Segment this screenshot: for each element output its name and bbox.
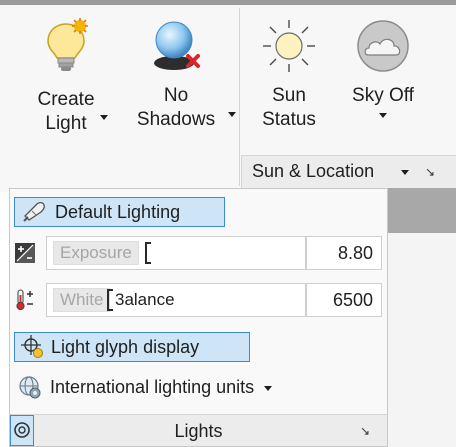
- sky-off-button[interactable]: Sky Off: [338, 18, 428, 108]
- sun-status-label-1: Sun: [272, 85, 306, 106]
- international-lighting-units-dropdown-icon[interactable]: [264, 385, 273, 391]
- create-light-label-1: Create: [37, 89, 95, 110]
- no-shadows-label-1: No: [163, 85, 189, 106]
- default-lighting-icon: [23, 201, 45, 222]
- white-balance-slider[interactable]: White 3alance: [46, 283, 306, 317]
- sky-cloud-icon: [357, 20, 409, 72]
- default-lighting-button[interactable]: Default Lighting: [14, 197, 225, 227]
- sun-icon: [263, 20, 315, 72]
- sun-status-button[interactable]: Sun Status: [254, 18, 324, 132]
- light-glyph-display-button[interactable]: Light glyph display: [14, 332, 250, 362]
- exposure-slider-handle[interactable]: [145, 242, 151, 264]
- lights-panel-footer[interactable]: Lights ↘: [10, 414, 387, 446]
- light-bulb-icon: [47, 18, 88, 71]
- lights-launcher-icon[interactable]: ↘: [360, 424, 370, 438]
- international-lighting-units-button[interactable]: International lighting units: [14, 371, 273, 403]
- sun-location-title: Sun & Location: [252, 161, 375, 181]
- white-balance-value[interactable]: 6500: [306, 283, 382, 317]
- ribbon-top-border: [0, 0, 456, 5]
- no-shadows-dropdown-icon[interactable]: [228, 112, 236, 117]
- sky-off-label: Sky Off: [352, 85, 414, 106]
- white-balance-label: White: [53, 288, 111, 312]
- no-shadows-button[interactable]: No Shadows: [130, 18, 222, 132]
- lights-panel-title: Lights: [174, 421, 223, 441]
- create-light-button[interactable]: Create Light: [26, 18, 106, 136]
- exposure-icon: [15, 243, 35, 263]
- sun-location-expand-icon[interactable]: [401, 170, 409, 175]
- white-balance-slider-handle[interactable]: [107, 289, 113, 311]
- drawing-canvas[interactable]: [388, 233, 456, 447]
- no-shadows-icon: [154, 21, 200, 70]
- viewport-header-strip: [388, 188, 456, 233]
- create-light-dropdown-icon[interactable]: [100, 115, 108, 120]
- default-lighting-label: Default Lighting: [55, 201, 181, 222]
- sun-status-label-2: Status: [262, 109, 316, 130]
- white-balance-label-tail: 3alance: [115, 290, 175, 309]
- lights-panel: Default Lighting Exposure 8.80 White 3al…: [9, 188, 388, 447]
- panel-separator: [239, 8, 240, 186]
- sun-location-launcher-icon[interactable]: ↘: [425, 165, 435, 179]
- create-light-label-2: Light: [45, 113, 87, 134]
- white-balance-icon: [16, 289, 33, 311]
- lighting-units-icon: [19, 376, 41, 399]
- sun-location-panel-footer[interactable]: Sun & Location ↘: [241, 155, 456, 188]
- light-glyph-icon: [21, 335, 43, 358]
- no-shadows-label-2: Shadows: [136, 109, 216, 130]
- exposure-slider[interactable]: Exposure: [46, 236, 306, 270]
- exposure-label: Exposure: [53, 241, 139, 265]
- exposure-value[interactable]: 8.80: [306, 236, 382, 270]
- sky-off-dropdown-icon[interactable]: [379, 113, 387, 118]
- international-lighting-units-label: International lighting units: [50, 376, 255, 397]
- light-glyph-display-label: Light glyph display: [51, 336, 200, 357]
